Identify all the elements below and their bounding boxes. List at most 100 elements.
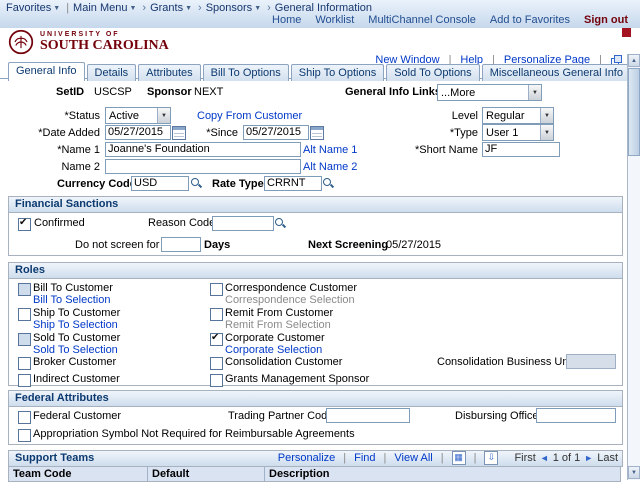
download-icon[interactable]: ⇩ <box>484 451 499 465</box>
next-row-icon[interactable]: ► <box>584 453 593 463</box>
corporate-selection-link[interactable]: Corporate Selection <box>225 344 322 356</box>
breadcrumb-sponsors[interactable]: Sponsors <box>206 2 252 14</box>
do-not-screen-input[interactable] <box>161 237 201 252</box>
caret-down-icon: ▼ <box>53 4 61 12</box>
name2-label: Name 2 <box>61 161 100 173</box>
type-value: User 1 <box>486 126 519 139</box>
financial-sanctions-header: Financial Sanctions <box>9 197 622 213</box>
correspondence-customer-label: Correspondence Customer <box>225 282 358 294</box>
type-select[interactable]: User 1 ▼ <box>482 124 554 141</box>
tab-bill-to-options[interactable]: Bill To Options <box>202 64 289 81</box>
main-menu[interactable]: Main Menu <box>73 2 127 14</box>
bill-to-customer-checkbox[interactable] <box>18 283 31 296</box>
level-select[interactable]: Regular ▼ <box>482 107 554 124</box>
short-name-input[interactable]: JF <box>482 142 560 157</box>
confirmed-checkbox[interactable] <box>18 217 31 231</box>
remit-from-customer-checkbox[interactable] <box>210 308 223 321</box>
favorites-menu[interactable]: Favorites <box>6 2 51 14</box>
scrollbar-thumb[interactable] <box>628 68 640 156</box>
general-info-links-select[interactable]: ...More ▼ <box>437 84 542 101</box>
disbursing-office-input[interactable] <box>536 408 616 423</box>
alt-name2-link[interactable]: Alt Name 2 <box>303 161 357 173</box>
remit-from-selection-text: Remit From Selection <box>225 319 331 331</box>
scroll-down-icon[interactable]: ▼ <box>628 466 640 479</box>
worklist-link[interactable]: Worklist <box>315 14 354 26</box>
toolbar-divider: | <box>440 452 444 464</box>
bill-to-selection-link[interactable]: Bill To Selection <box>33 294 110 306</box>
currency-code-lookup-icon[interactable] <box>190 177 202 189</box>
rate-type-input[interactable]: CRRNT <box>264 176 322 191</box>
caret-down-icon: ▼ <box>129 4 137 12</box>
alt-name1-link[interactable]: Alt Name 1 <box>303 144 357 156</box>
trading-partner-code-input[interactable] <box>326 408 410 423</box>
column-header-description: Description <box>269 468 330 480</box>
do-not-screen-label: Do not screen for <box>75 239 160 251</box>
tab-general-info[interactable]: General Info <box>8 62 85 81</box>
federal-customer-label: Federal Customer <box>33 410 122 422</box>
sold-to-customer-checkbox[interactable] <box>18 333 31 346</box>
rate-type-lookup-icon[interactable] <box>322 177 334 189</box>
sold-to-selection-link[interactable]: Sold To Selection <box>33 344 118 356</box>
copy-from-customer-link[interactable]: Copy From Customer <box>197 110 302 122</box>
breadcrumb-separator-icon: › <box>142 2 147 14</box>
currency-code-input[interactable]: USD <box>131 176 189 191</box>
south-carolina-text: SOUTH CAROLINA <box>40 38 169 53</box>
trading-partner-code-label: Trading Partner Code <box>228 410 334 422</box>
sponsor-value: NEXT <box>194 86 224 98</box>
correspondence-customer-checkbox[interactable] <box>210 283 223 296</box>
grants-management-sponsor-label: Grants Management Sponsor <box>225 373 370 385</box>
tab-attributes[interactable]: Attributes <box>138 64 201 81</box>
first-label[interactable]: First <box>514 452 535 464</box>
tab-sold-to-options[interactable]: Sold To Options <box>386 64 480 81</box>
broker-customer-checkbox[interactable] <box>18 357 31 370</box>
support-teams-title: Support Teams <box>15 452 95 464</box>
setid-label: SetID <box>56 86 85 98</box>
federal-customer-checkbox[interactable] <box>18 411 31 424</box>
consolidation-customer-checkbox[interactable] <box>210 357 223 370</box>
toolbar-divider: | <box>473 452 477 464</box>
tab-miscellaneous-general-info[interactable]: Miscellaneous General Info <box>481 64 631 81</box>
general-info-links-value: ...More <box>441 86 476 99</box>
column-header-team-code: Team Code <box>9 467 148 481</box>
ship-to-customer-checkbox[interactable] <box>18 308 31 321</box>
indirect-customer-checkbox[interactable] <box>18 374 31 387</box>
select-arrow-icon: ▼ <box>540 108 553 123</box>
grid-zoom-icon[interactable]: ▦ <box>451 451 466 465</box>
reason-code-lookup-icon[interactable] <box>274 217 286 229</box>
garnet-marker-icon <box>622 28 631 37</box>
reason-code-input[interactable] <box>212 216 274 231</box>
appropriation-symbol-label: Appropriation Symbol Not Required for Re… <box>33 428 355 440</box>
multichannel-console-link[interactable]: MultiChannel Console <box>368 14 476 26</box>
scroll-up-icon[interactable]: ▲ <box>628 54 640 67</box>
tab-strip: General Info Details Attributes Bill To Opt… <box>8 62 633 81</box>
view-all-link[interactable]: View All <box>394 452 432 464</box>
ship-to-selection-link[interactable]: Ship To Selection <box>33 319 118 331</box>
grants-management-sponsor-checkbox[interactable] <box>210 374 223 387</box>
find-link[interactable]: Find <box>354 452 375 464</box>
disbursing-office-label: Disbursing Office <box>455 410 539 422</box>
appropriation-symbol-checkbox[interactable] <box>18 429 31 442</box>
add-to-favorites-link[interactable]: Add to Favorites <box>490 14 570 26</box>
previous-row-icon[interactable]: ◄ <box>540 453 549 463</box>
general-info-links-label: General Info Links <box>345 86 441 98</box>
corporate-customer-label: Corporate Customer <box>225 332 325 344</box>
home-link[interactable]: Home <box>272 14 301 26</box>
sign-out-link[interactable]: Sign out <box>584 14 628 26</box>
date-added-input[interactable]: 05/27/2015 <box>105 125 171 140</box>
select-arrow-icon: ▼ <box>157 108 170 123</box>
caret-down-icon: ▼ <box>185 4 193 12</box>
since-calendar-icon[interactable] <box>310 126 324 140</box>
since-input[interactable]: 05/27/2015 <box>243 125 309 140</box>
personalize-link[interactable]: Personalize <box>278 452 335 464</box>
corporate-customer-checkbox[interactable] <box>210 332 223 346</box>
name1-input[interactable]: Joanne's Foundation <box>105 142 301 157</box>
last-label[interactable]: Last <box>597 452 618 464</box>
tab-details[interactable]: Details <box>86 64 137 81</box>
name2-input[interactable] <box>105 159 301 174</box>
type-label: *Type <box>449 127 478 139</box>
breadcrumb-grants[interactable]: Grants <box>150 2 183 14</box>
vertical-scrollbar[interactable]: ▲ ▼ <box>627 54 640 480</box>
status-select[interactable]: Active ▼ <box>105 107 171 124</box>
column-header-default: Default <box>148 467 265 481</box>
tab-ship-to-options[interactable]: Ship To Options <box>290 64 385 81</box>
